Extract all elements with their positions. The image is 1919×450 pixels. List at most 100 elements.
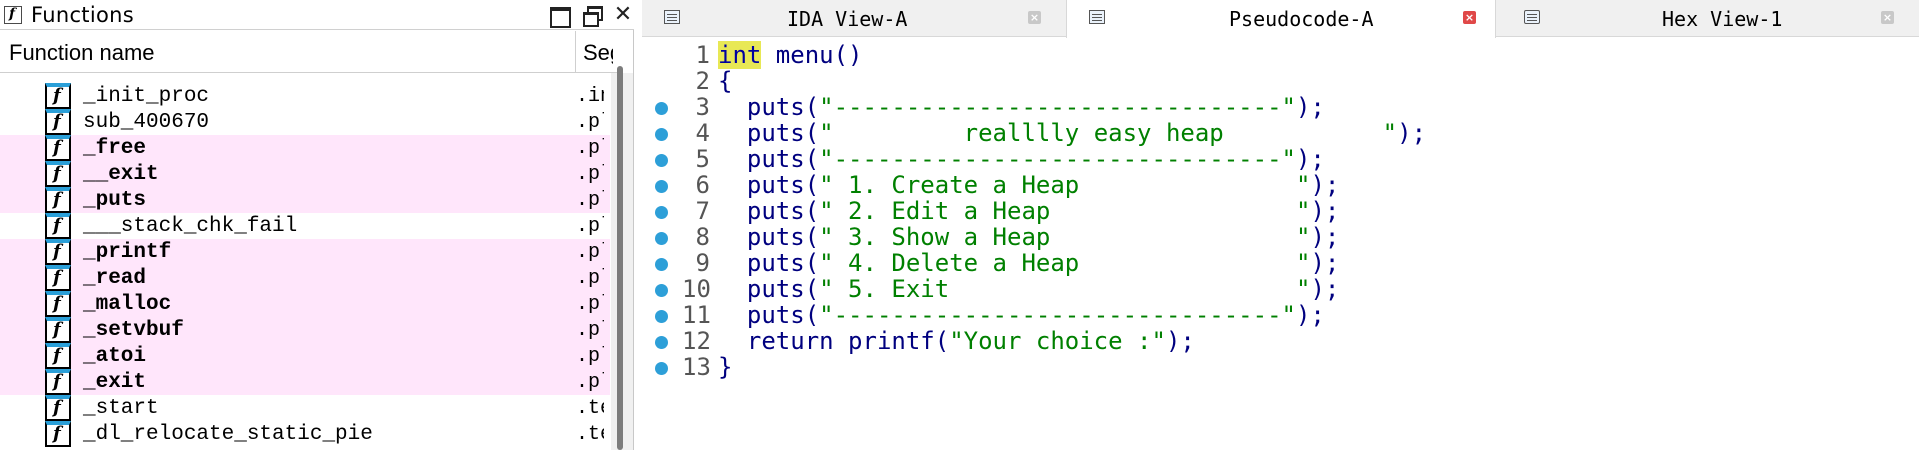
function-icon-glyph: f — [53, 267, 61, 288]
function-segment: .text — [576, 397, 604, 420]
function-icon-glyph: f — [53, 397, 61, 418]
code-line[interactable]: 13 } — [642, 350, 1919, 382]
function-row[interactable]: f _setvbuf .plt — [0, 317, 610, 343]
function-segment: .plt — [576, 111, 604, 134]
functions-list: f _init_proc .init f sub_400670 .plt f _free .pl… — [0, 83, 610, 447]
tab-hex-view-1[interactable]: Hex View-1 × — [1502, 0, 1919, 37]
column-header-segment[interactable]: Segment — [583, 40, 613, 66]
pseudocode-icon — [1089, 10, 1105, 24]
function-icon-glyph: f — [53, 241, 61, 262]
breakpoint-dot-icon[interactable] — [655, 310, 668, 323]
function-row[interactable]: f _printf .plt — [0, 239, 610, 265]
function-icon: f — [45, 109, 71, 135]
function-name[interactable]: _setvbuf — [83, 319, 184, 342]
tab-close-icon[interactable]: × — [1463, 11, 1476, 24]
hex-view-icon — [1524, 10, 1540, 24]
column-header-function-name[interactable]: Function name — [9, 40, 155, 66]
tab-close-icon[interactable]: × — [1881, 11, 1894, 24]
breakpoint-dot-icon[interactable] — [655, 258, 668, 271]
tab-ida-view-a[interactable]: IDA View-A × — [642, 0, 1060, 37]
function-row[interactable]: f _malloc .plt — [0, 291, 610, 317]
functions-panel: f Functions ✕ Function name Segment f _in… — [0, 0, 634, 450]
function-icon: f — [45, 213, 71, 239]
text-view-icon — [664, 10, 680, 24]
function-segment: .plt — [576, 345, 604, 368]
breakpoint-dot-icon[interactable] — [655, 206, 668, 219]
code-text[interactable]: } — [718, 353, 732, 381]
function-name[interactable]: ___stack_chk_fail — [83, 215, 297, 238]
breakpoint-dot-icon[interactable] — [655, 128, 668, 141]
function-icon: f — [45, 343, 71, 369]
function-icon: f — [45, 135, 71, 161]
tab-pseudocode-a[interactable]: Pseudocode-A × — [1066, 0, 1496, 38]
function-row[interactable]: f _init_proc .init — [0, 83, 610, 109]
breakpoint-dot-icon[interactable] — [655, 154, 668, 167]
function-name[interactable]: _puts — [83, 189, 146, 212]
function-segment: .plt — [576, 189, 604, 212]
function-icon: f — [45, 291, 71, 317]
function-icon: f — [45, 395, 71, 421]
column-divider[interactable] — [575, 31, 576, 73]
function-icon: f — [45, 317, 71, 343]
function-name[interactable]: _read — [83, 267, 146, 290]
function-row[interactable]: f _read .plt — [0, 265, 610, 291]
breakpoint-dot-icon[interactable] — [655, 180, 668, 193]
function-icon: f — [45, 83, 71, 109]
tab-label: Hex View-1 — [1662, 7, 1783, 31]
function-name[interactable]: _printf — [83, 241, 171, 264]
function-name[interactable]: _free — [83, 137, 146, 160]
function-segment: .init — [576, 85, 604, 108]
function-icon-glyph: f — [53, 345, 61, 366]
close-icon[interactable]: ✕ — [612, 4, 634, 26]
functions-window-icon-glyph: f — [9, 6, 16, 22]
function-name[interactable]: _malloc — [83, 293, 171, 316]
breakpoint-dot-icon[interactable] — [655, 336, 668, 349]
function-icon: f — [45, 161, 71, 187]
restore-icon[interactable] — [581, 4, 603, 27]
function-icon-glyph: f — [53, 293, 61, 314]
function-icon: f — [45, 265, 71, 291]
functions-title: Functions — [31, 3, 134, 27]
function-name[interactable]: _init_proc — [83, 85, 209, 108]
functions-window-icon: f — [4, 6, 22, 24]
function-name[interactable]: _dl_relocate_static_pie — [83, 423, 373, 446]
function-icon: f — [45, 421, 71, 447]
function-row[interactable]: f _dl_relocate_static_pie .text — [0, 421, 610, 447]
breakpoint-dot-icon[interactable] — [655, 102, 668, 115]
function-name[interactable]: _start — [83, 397, 159, 420]
breakpoint-dot-icon[interactable] — [655, 232, 668, 245]
tab-close-icon[interactable]: × — [1028, 11, 1041, 24]
function-segment: .plt — [576, 319, 604, 342]
functions-scrollbar-thumb[interactable] — [617, 66, 623, 450]
function-icon-glyph: f — [53, 423, 61, 444]
maximize-icon[interactable] — [548, 4, 571, 28]
function-name[interactable]: sub_400670 — [83, 111, 209, 134]
function-segment: .text — [576, 423, 604, 446]
function-row[interactable]: f _atoi .plt — [0, 343, 610, 369]
function-row[interactable]: f _puts .plt — [0, 187, 610, 213]
function-segment: .plt — [576, 163, 604, 186]
function-icon-glyph: f — [53, 215, 61, 236]
function-icon-glyph: f — [53, 371, 61, 392]
functions-table-header: Function name Segment — [0, 31, 620, 73]
function-icon-glyph: f — [53, 85, 61, 106]
function-row[interactable]: f ___stack_chk_fail .plt — [0, 213, 610, 239]
function-row[interactable]: f _exit .plt — [0, 369, 610, 395]
function-row[interactable]: f _free .plt — [0, 135, 610, 161]
function-icon: f — [45, 187, 71, 213]
function-icon-glyph: f — [53, 137, 61, 158]
pseudocode-view[interactable]: 1 int menu() 2 { 3 puts("---------------… — [642, 38, 1919, 450]
function-row[interactable]: f __exit .plt — [0, 161, 610, 187]
breakpoint-dot-icon[interactable] — [655, 284, 668, 297]
function-name[interactable]: _atoi — [83, 345, 146, 368]
function-segment: .plt — [576, 215, 604, 238]
function-segment: .plt — [576, 267, 604, 290]
breakpoint-dot-icon[interactable] — [655, 362, 668, 375]
function-icon-glyph: f — [53, 111, 61, 132]
function-name[interactable]: _exit — [83, 371, 146, 394]
function-row[interactable]: f _start .text — [0, 395, 610, 421]
function-name[interactable]: __exit — [83, 163, 159, 186]
function-segment: .plt — [576, 137, 604, 160]
function-row[interactable]: f sub_400670 .plt — [0, 109, 610, 135]
function-icon-glyph: f — [53, 319, 61, 340]
